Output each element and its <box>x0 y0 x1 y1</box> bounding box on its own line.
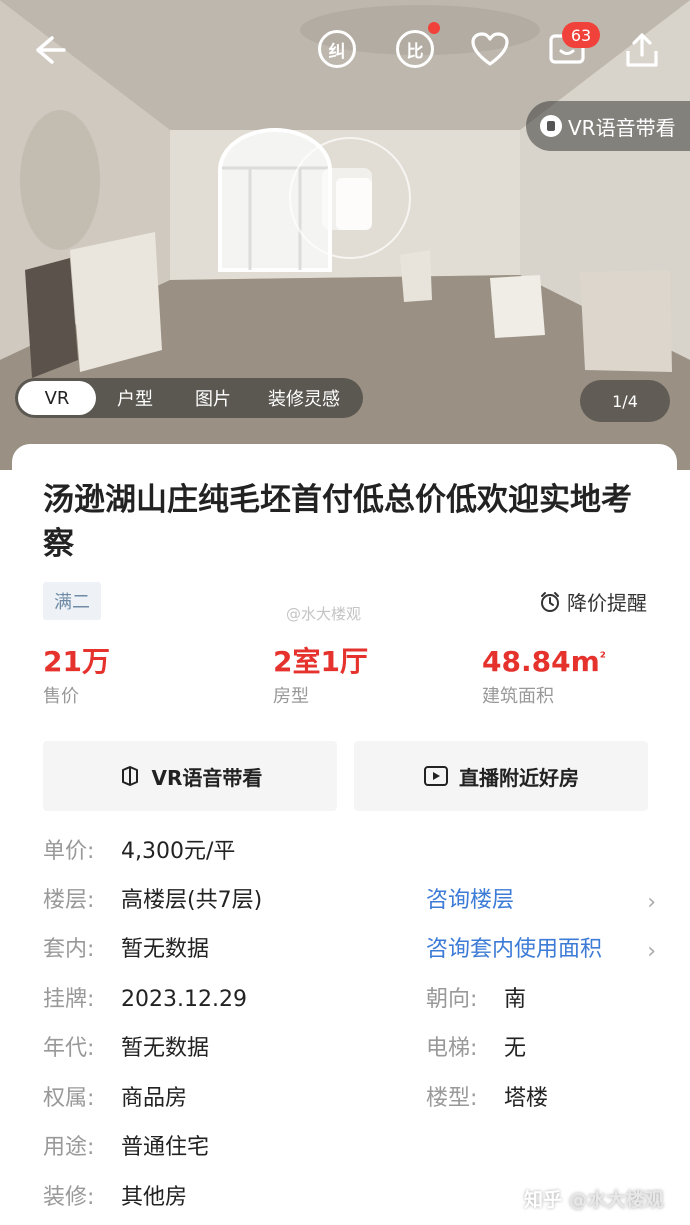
correction-label: 纠 <box>328 41 346 62</box>
detail-key: 挂牌: <box>43 987 95 1012</box>
tab-decoration-label: 装修灵感 <box>268 389 340 410</box>
consult-inner-area-link[interactable]: 咨询套内使用面积 › <box>426 935 656 965</box>
tab-floorplan[interactable]: 户型 <box>96 381 174 415</box>
heart-icon[interactable] <box>468 28 512 72</box>
status-badge: 满二 <box>43 582 101 620</box>
detail-value: 其他房 <box>121 1185 188 1210</box>
detail-value: 2023.12.29 <box>121 987 247 1012</box>
consult-floor-label: 咨询楼层 <box>426 888 515 913</box>
media-tab-bar: VR 户型 图片 装修灵感 <box>15 378 363 418</box>
stat-area-label: 建筑面积 <box>482 686 554 707</box>
stat-area: 48.84m² 建筑面积 <box>482 644 606 708</box>
detail-key: 电梯: <box>426 1036 478 1061</box>
watermark-text: @水大楼观 <box>286 605 362 623</box>
alarm-clock-icon <box>541 591 559 612</box>
vr-voice-tour-button[interactable]: VR语音带看 <box>43 741 337 811</box>
room-photo[interactable]: 纠 比 63 VR语音带看 VR 户型 图片 装修灵感 1/4 <box>0 0 690 470</box>
detail-key: 楼层: <box>43 888 95 913</box>
tab-photos-label: 图片 <box>195 389 231 410</box>
live-nearby-button[interactable]: 直播附近好房 <box>354 741 648 811</box>
price-alert-label: 降价提醒 <box>567 591 647 615</box>
listing-card: 汤逊湖山庄纯毛坯首付低总价低欢迎实地考察 满二 @水大楼观 降价提醒 21万 售… <box>12 444 677 1225</box>
compare-button[interactable]: 比 <box>396 30 434 68</box>
detail-value: 无 <box>504 1036 527 1061</box>
correction-button[interactable]: 纠 <box>318 30 356 68</box>
vr-voice-tour-label: VR语音带看 <box>151 765 263 790</box>
chevron-right-icon: › <box>647 939 656 964</box>
detail-value: 4,300元/平 <box>121 839 236 864</box>
detail-usage: 用途: 普通住宅 <box>43 1133 209 1163</box>
detail-elevator: 电梯: 无 <box>426 1034 526 1064</box>
detail-key: 年代: <box>43 1036 95 1061</box>
detail-value: 暂无数据 <box>121 937 210 962</box>
stat-area-unit-sup: ² <box>599 650 606 666</box>
detail-floor: 楼层: 高楼层(共7层) <box>43 886 262 916</box>
tab-photos[interactable]: 图片 <box>174 381 252 415</box>
consult-floor-link[interactable]: 咨询楼层 › <box>426 886 656 916</box>
tab-decoration-ideas[interactable]: 装修灵感 <box>252 381 356 415</box>
stat-price-value: 21万 <box>43 645 110 678</box>
detail-key: 套内: <box>43 937 95 962</box>
share-icon[interactable] <box>620 28 664 72</box>
detail-value: 南 <box>504 987 527 1012</box>
vr-pill-label: VR语音带看 <box>568 115 676 140</box>
detail-year: 年代: 暂无数据 <box>43 1034 209 1064</box>
detail-key: 装修: <box>43 1185 95 1210</box>
vr-voice-tour-pill[interactable]: VR语音带看 <box>526 101 690 151</box>
page-indicator: 1/4 <box>580 380 670 422</box>
consult-inner-area-label: 咨询套内使用面积 <box>426 937 603 962</box>
detail-key: 楼型: <box>426 1086 478 1111</box>
detail-value: 普通住宅 <box>121 1135 210 1160</box>
tab-vr[interactable]: VR <box>18 381 96 415</box>
message-count-badge: 63 <box>562 22 600 48</box>
compare-label: 比 <box>406 41 424 62</box>
detail-ownership: 权属: 商品房 <box>43 1084 187 1114</box>
play-video-icon <box>424 766 448 786</box>
detail-value: 商品房 <box>121 1086 188 1111</box>
detail-unit-price: 单价: 4,300元/平 <box>43 837 235 867</box>
detail-building-type: 楼型: 塔楼 <box>426 1084 548 1114</box>
chevron-right-icon: › <box>647 890 656 915</box>
tab-vr-label: VR <box>44 387 70 409</box>
vr-icon <box>540 115 562 137</box>
detail-key: 单价: <box>43 839 95 864</box>
detail-value: 暂无数据 <box>121 1036 210 1061</box>
zhihu-handle: @水大楼观 <box>568 1189 664 1211</box>
detail-value: 高楼层(共7层) <box>121 888 263 913</box>
live-nearby-label: 直播附近好房 <box>459 765 579 790</box>
zhihu-brand: 知乎 <box>524 1189 563 1211</box>
zhihu-watermark: 知乎 @水大楼观 <box>524 1185 664 1212</box>
price-alert-button[interactable]: 降价提醒 <box>539 587 647 616</box>
stat-price: 21万 售价 <box>43 644 110 708</box>
stat-layout-label: 房型 <box>273 686 309 707</box>
detail-listed-date: 挂牌: 2023.12.29 <box>43 985 247 1015</box>
detail-value: 塔楼 <box>504 1086 549 1111</box>
detail-inner-area: 套内: 暂无数据 <box>43 935 209 965</box>
stat-layout-value: 2室1厅 <box>273 645 368 678</box>
stat-layout: 2室1厅 房型 <box>273 644 368 708</box>
tab-floorplan-label: 户型 <box>117 389 153 410</box>
detail-key: 用途: <box>43 1135 95 1160</box>
vr-cube-icon <box>121 766 138 786</box>
listing-title: 汤逊湖山庄纯毛坯首付低总价低欢迎实地考察 <box>43 482 632 562</box>
detail-key: 朝向: <box>426 987 478 1012</box>
detail-key: 权属: <box>43 1086 95 1111</box>
detail-orientation: 朝向: 南 <box>426 985 526 1015</box>
stat-area-value: 48.84m <box>482 645 600 678</box>
back-arrow-icon[interactable] <box>26 28 70 72</box>
detail-decoration: 装修: 其他房 <box>43 1183 187 1213</box>
compare-notification-dot <box>428 22 440 34</box>
stat-price-label: 售价 <box>43 686 79 707</box>
